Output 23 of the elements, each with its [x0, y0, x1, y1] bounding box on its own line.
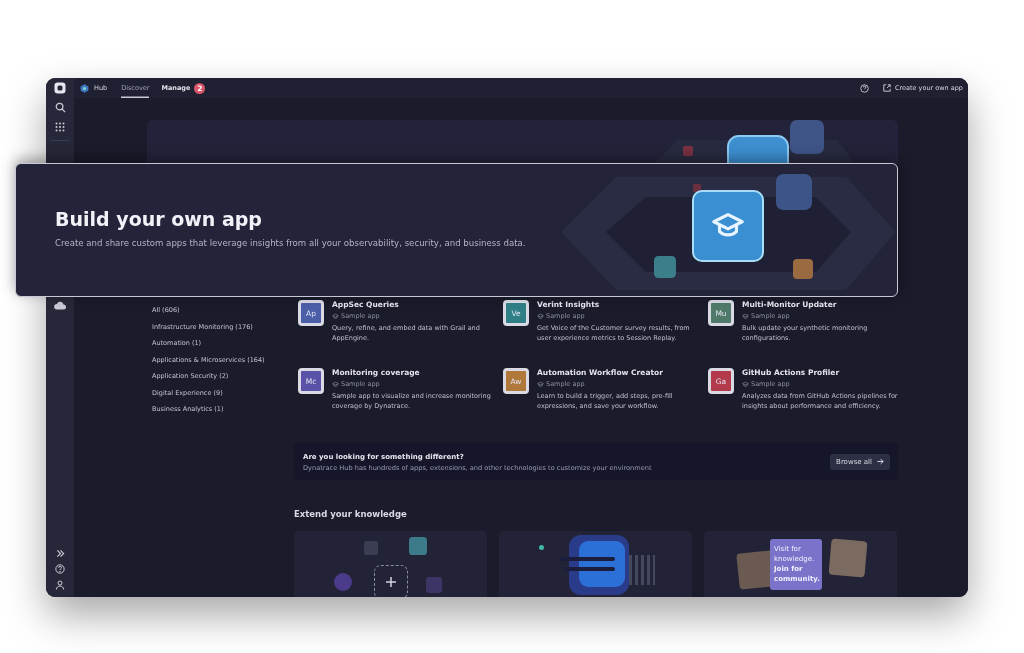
photo-placeholder — [828, 538, 868, 578]
overlay-text: Create and share custom apps that leverage insights from all your observability, security, and business data. — [55, 238, 526, 248]
overlay-title: Build your own app — [55, 207, 262, 231]
hub-icon — [80, 83, 89, 93]
graduation-cap-icon — [332, 380, 339, 388]
cloud-icon[interactable] — [54, 301, 66, 310]
graduation-cap-icon — [742, 312, 749, 320]
graduation-cap-icon — [537, 380, 544, 388]
help-icon[interactable] — [859, 83, 869, 93]
search-icon[interactable] — [54, 102, 66, 113]
knowledge-card[interactable] — [294, 531, 487, 597]
section-heading: Extend your knowledge — [294, 508, 408, 520]
graduation-cap-icon — [537, 312, 544, 320]
graduation-cap-icon — [332, 312, 339, 320]
external-link-icon — [882, 84, 891, 92]
user-icon[interactable] — [55, 580, 65, 590]
arrow-right-icon — [877, 458, 884, 465]
grid-icon[interactable] — [55, 122, 65, 132]
knowledge-card[interactable] — [499, 531, 692, 597]
help-icon[interactable] — [55, 564, 65, 574]
graduation-cap-icon — [742, 380, 749, 388]
double-chevron-icon[interactable] — [55, 549, 65, 558]
logo-icon[interactable] — [54, 82, 66, 94]
